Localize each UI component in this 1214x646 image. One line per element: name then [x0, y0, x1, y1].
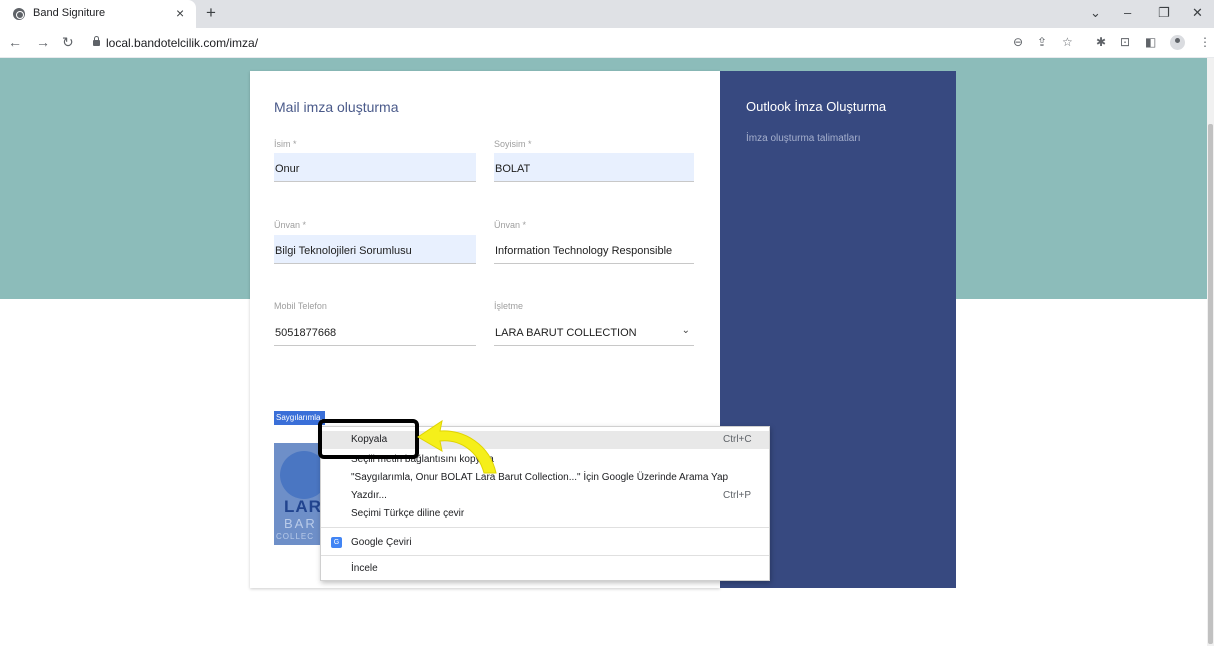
reload-icon[interactable]: ↻ [62, 34, 74, 50]
scrollbar-thumb[interactable] [1208, 124, 1213, 644]
tab-close-button[interactable]: × [176, 5, 184, 21]
logo-text-barut: BAR [284, 516, 317, 531]
mobil-label: Mobil Telefon [274, 301, 327, 311]
menu-item-shortcut: Ctrl+P [723, 490, 752, 501]
restore-button[interactable]: ❐ [1158, 5, 1170, 21]
sidepanel-icon[interactable]: ◧ [1145, 35, 1156, 49]
share-icon[interactable]: ⇪ [1037, 35, 1047, 49]
tab-bar: Band Signiture × + ⌄ – ❐ ✕ [0, 0, 1214, 28]
forward-icon[interactable]: → [36, 34, 50, 50]
menu-item-label: İncele [351, 563, 378, 574]
menu-item-label: Yazdır... [351, 490, 387, 501]
profile-icon[interactable] [1170, 35, 1185, 50]
unvan-en-input[interactable]: Information Technology Responsible [494, 235, 694, 264]
annotation-arrow-icon [417, 419, 497, 474]
back-icon[interactable]: ← [8, 34, 22, 50]
browser-tab[interactable]: Band Signiture × [0, 0, 196, 28]
menu-item-google-search[interactable]: "Saygılarımla, Onur BOLAT Lara Barut Col… [321, 469, 769, 487]
menu-item-inspect[interactable]: İncele [321, 560, 769, 578]
menu-item-label: "Saygılarımla, Onur BOLAT Lara Barut Col… [351, 472, 729, 483]
globe-icon [13, 8, 25, 20]
menu-item-google-translate[interactable]: G Google Çeviri [321, 534, 769, 552]
address-bar[interactable]: local.bandotelcilik.com/imza/ [106, 36, 258, 50]
star-icon[interactable]: ☆ [1062, 35, 1073, 49]
isletme-select-value: LARA BARUT COLLECTION [495, 327, 637, 339]
menu-item-shortcut: Ctrl+C [723, 434, 752, 445]
translate-icon: G [331, 537, 342, 548]
tab-title: Band Signiture [33, 7, 106, 19]
unvan-en-label: Ünvan * [494, 220, 527, 230]
instructions-title: Outlook İmza Oluşturma [746, 99, 887, 114]
signature-selected-text[interactable]: Saygılarımla, [274, 411, 325, 425]
extensions-icon[interactable]: ✱ [1096, 35, 1106, 49]
minimize-button[interactable]: – [1124, 5, 1131, 21]
new-tab-button[interactable]: + [206, 3, 216, 23]
isim-input[interactable]: Onur [274, 153, 476, 182]
tab-search-icon[interactable]: ⌄ [1090, 5, 1101, 21]
instructions-link[interactable]: İmza oluşturma talimatları [746, 133, 860, 144]
menu-separator [321, 527, 769, 528]
menu-item-translate-selection[interactable]: Seçimi Türkçe diline çevir [321, 505, 769, 523]
menu-icon[interactable]: ⋮ [1199, 35, 1211, 49]
unvan-label: Ünvan * [274, 220, 307, 230]
isletme-label: İşletme [494, 301, 524, 311]
browser-toolbar: ← → ↻ local.bandotelcilik.com/imza/ ⊖ ⇪ … [0, 28, 1214, 58]
logo-text-lara: LAR [284, 497, 322, 516]
cast-icon[interactable]: ⊡ [1120, 35, 1130, 49]
close-window-button[interactable]: ✕ [1192, 5, 1203, 21]
isletme-select[interactable]: LARA BARUT COLLECTION ⌄ [494, 317, 694, 346]
isim-label: İsim * [274, 139, 297, 149]
menu-item-label: Google Çeviri [351, 537, 412, 548]
chevron-down-icon: ⌄ [681, 325, 690, 336]
menu-item-label: Seçimi Türkçe diline çevir [351, 508, 465, 519]
logo-text-collection: COLLEC [276, 532, 315, 541]
form-title: Mail imza oluşturma [274, 99, 399, 115]
menu-item-print[interactable]: Yazdır... Ctrl+P [321, 487, 769, 505]
lock-icon[interactable] [93, 36, 100, 46]
unvan-input[interactable]: Bilgi Teknolojileri Sorumlusu [274, 235, 476, 264]
soyisim-input[interactable]: BOLAT [494, 153, 694, 182]
mobil-input[interactable]: 5051877668 [274, 317, 476, 346]
menu-separator [321, 555, 769, 556]
zoom-icon[interactable]: ⊖ [1013, 35, 1023, 49]
soyisim-label: Soyisim * [494, 139, 532, 149]
annotation-highlight-box [318, 419, 419, 459]
